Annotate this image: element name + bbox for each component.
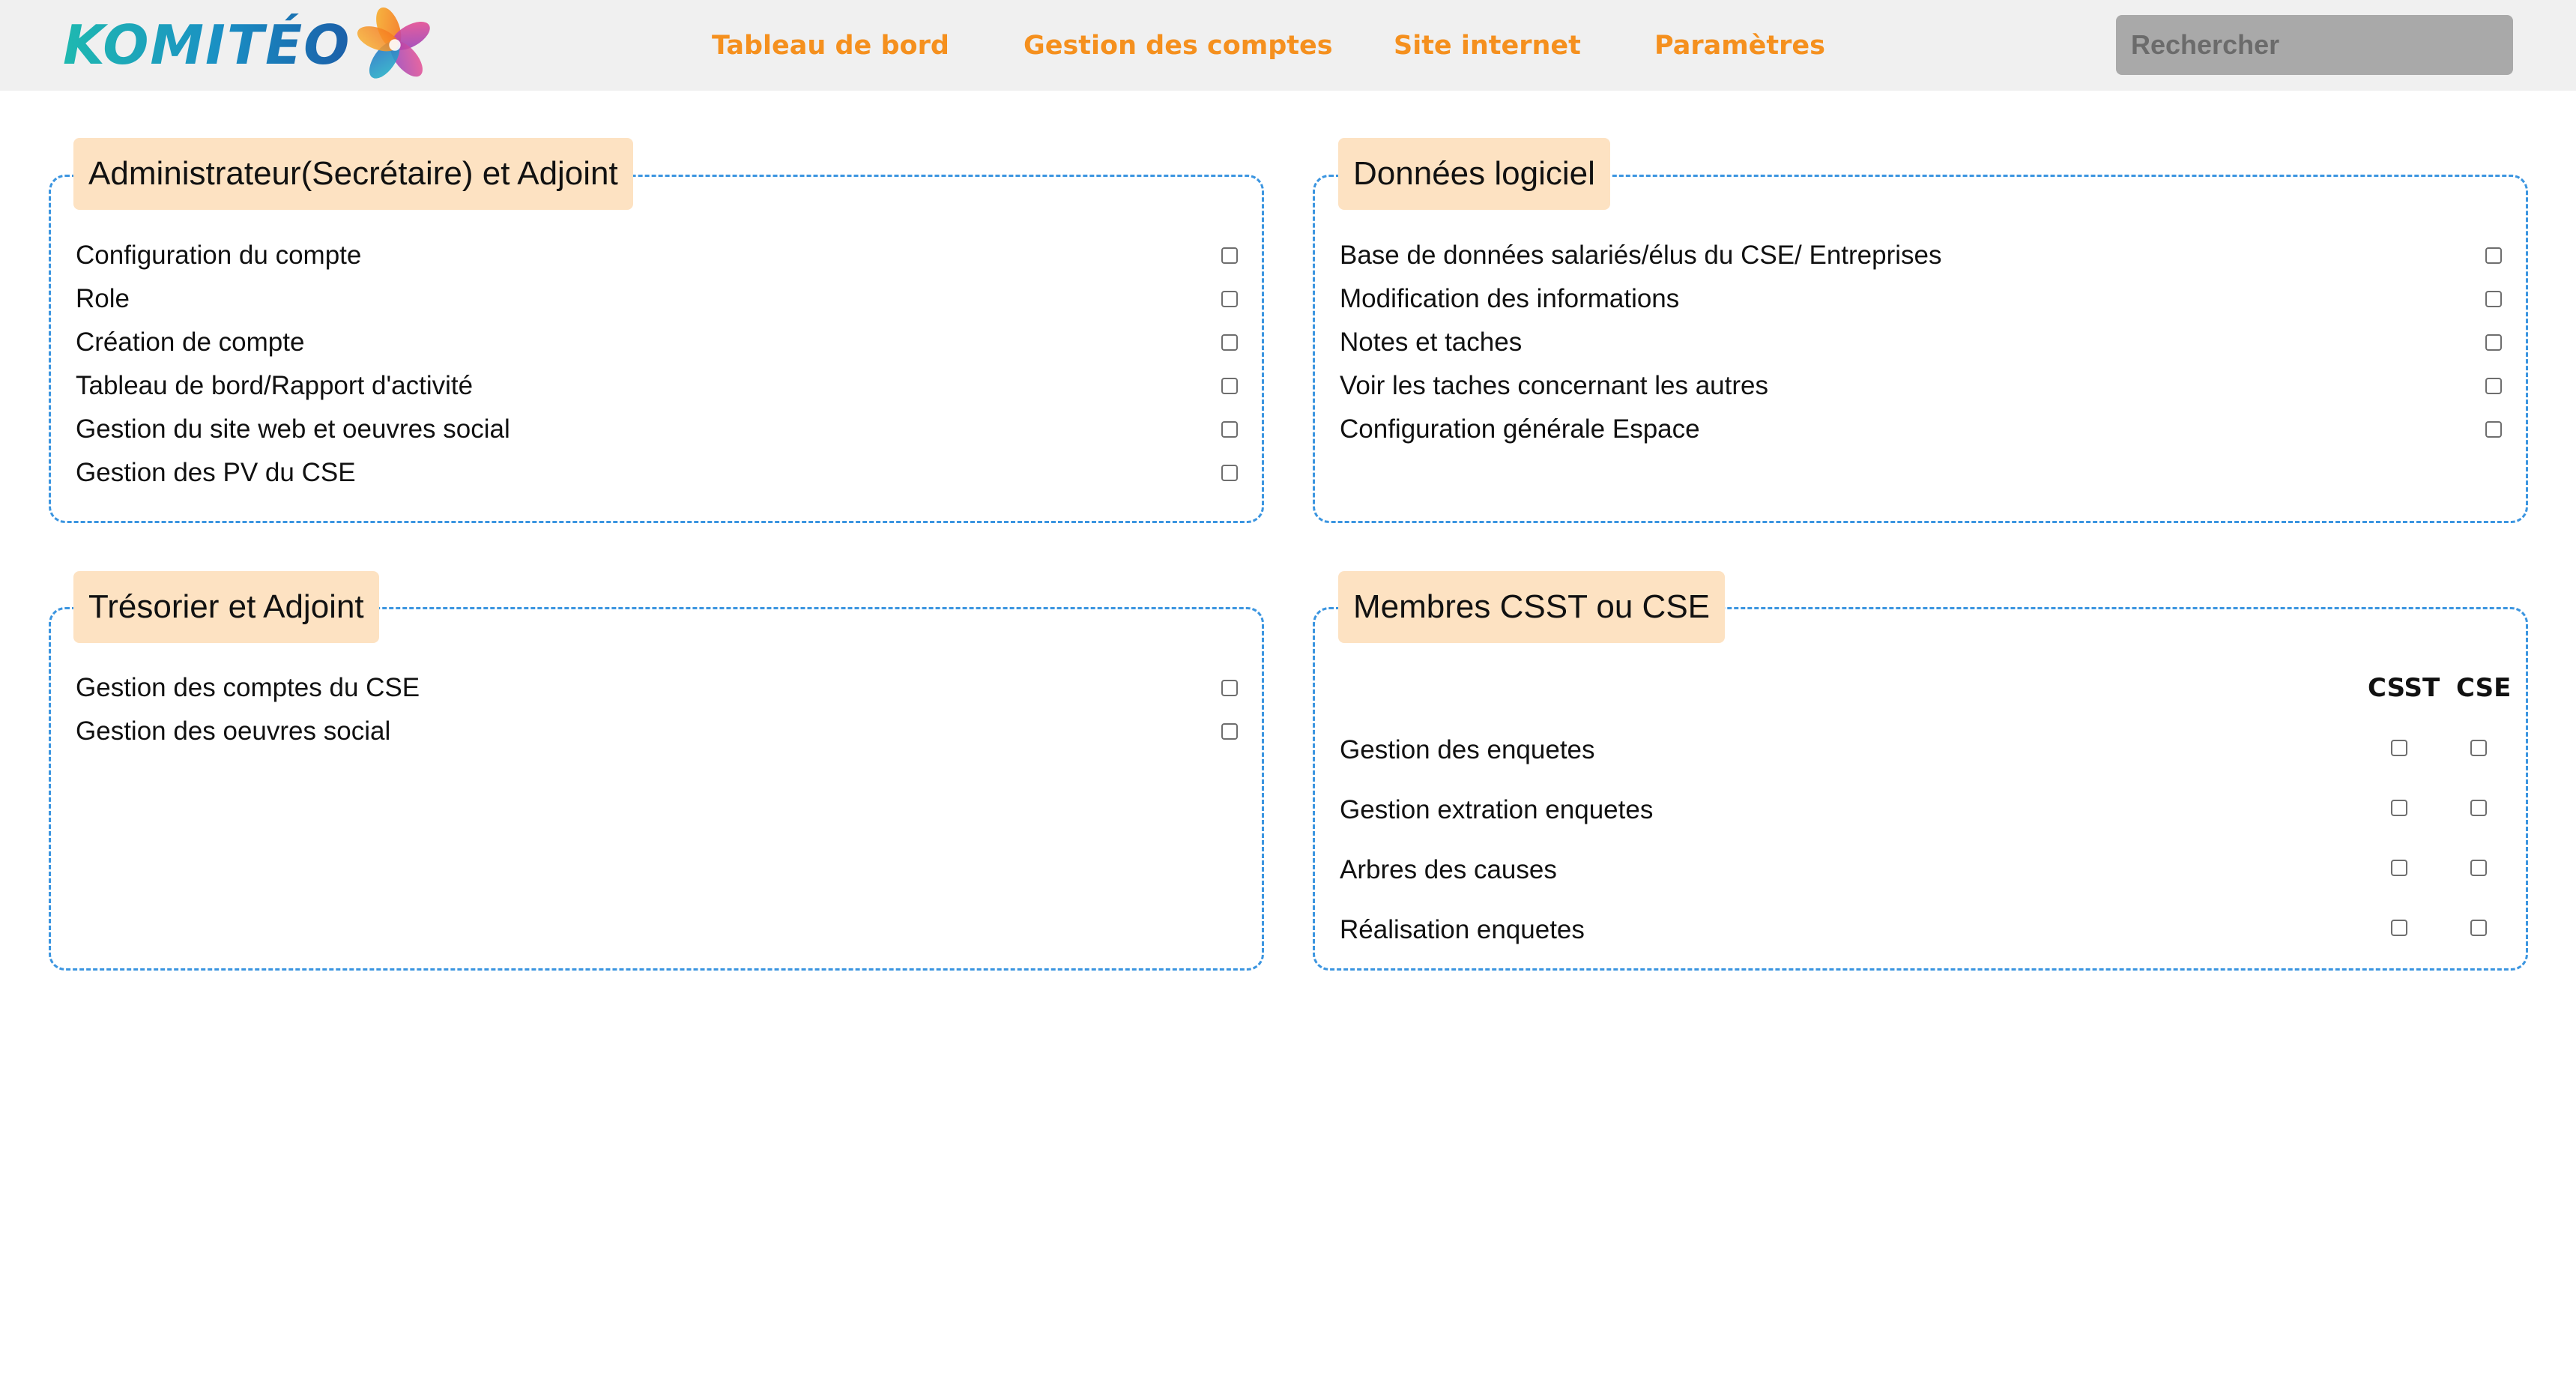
permission-checkbox[interactable] (1221, 334, 1238, 351)
permission-label: Modification des informations (1340, 284, 1680, 313)
permission-label: Gestion des comptes du CSE (76, 673, 420, 702)
permission-checkbox[interactable] (2485, 247, 2502, 264)
column-header-csst: CSST (2368, 673, 2440, 703)
cse-checkbox[interactable] (2470, 860, 2487, 876)
logo[interactable]: KOMITÉO (63, 6, 436, 84)
panel-title: Données logiciel (1338, 138, 1610, 210)
panel-title: Trésorier et Adjoint (73, 571, 379, 643)
panel-admin: Configuration du compte Role Création de… (49, 175, 1264, 523)
permission-checkbox[interactable] (1221, 680, 1238, 696)
list-item: Création de compte (51, 324, 1262, 361)
csst-checkbox[interactable] (2391, 800, 2407, 816)
csst-checkbox[interactable] (2391, 860, 2407, 876)
list-item: Role (51, 280, 1262, 318)
nav-parametres[interactable]: Paramètres (1654, 0, 1825, 91)
permission-label: Réalisation enquetes (1340, 915, 1585, 944)
permission-checkbox[interactable] (1221, 247, 1238, 264)
permission-label: Role (76, 284, 130, 313)
komiteo-flower-logo-icon (357, 7, 431, 79)
nav-gestion-des-comptes[interactable]: Gestion des comptes (1024, 0, 1333, 91)
search-input[interactable] (2116, 15, 2513, 75)
list-item: Gestion des enquetes (1315, 731, 2526, 769)
permission-label: Voir les taches concernant les autres (1340, 371, 1768, 400)
permission-label: Création de compte (76, 328, 305, 357)
permission-label: Tableau de bord/Rapport d'activité (76, 371, 474, 400)
permission-checkbox[interactable] (1221, 378, 1238, 394)
list-item: Gestion du site web et oeuvres social (51, 411, 1262, 448)
permission-checkbox[interactable] (2485, 291, 2502, 307)
nav-tableau-de-bord[interactable]: Tableau de bord (712, 0, 949, 91)
permission-checkbox[interactable] (2485, 334, 2502, 351)
column-header-cse: CSE (2456, 673, 2512, 703)
permission-label: Base de données salariés/élus du CSE/ En… (1340, 241, 1942, 270)
list-item: Réalisation enquetes (1315, 911, 2526, 949)
cse-checkbox[interactable] (2470, 740, 2487, 756)
list-item: Base de données salariés/élus du CSE/ En… (1315, 237, 2526, 274)
list-item: Tableau de bord/Rapport d'activité (51, 367, 1262, 405)
permission-label: Gestion des oeuvres social (76, 716, 391, 746)
permission-label: Configuration du compte (76, 241, 362, 270)
list-item: Gestion extration enquetes (1315, 791, 2526, 829)
csst-checkbox[interactable] (2391, 740, 2407, 756)
list-item: Gestion des comptes du CSE (51, 669, 1262, 707)
permission-label: Gestion du site web et oeuvres social (76, 414, 510, 444)
panel-title: Membres CSST ou CSE (1338, 571, 1726, 643)
list-item: Notes et taches (1315, 324, 2526, 361)
permission-checkbox[interactable] (2485, 421, 2502, 438)
permission-label: Gestion des enquetes (1340, 735, 1595, 764)
list-item: Gestion des PV du CSE (51, 454, 1262, 492)
list-item: Arbres des causes (1315, 851, 2526, 889)
permission-label: Gestion extration enquetes (1340, 795, 1654, 824)
permission-checkbox[interactable] (1221, 723, 1238, 740)
top-bar: KOMITÉO Tableau de bord Gestion des comp… (0, 0, 2576, 91)
list-item: Configuration du compte (51, 237, 1262, 274)
permission-label: Arbres des causes (1340, 855, 1557, 884)
cse-checkbox[interactable] (2470, 920, 2487, 936)
list-item: Gestion des oeuvres social (51, 713, 1262, 750)
permission-checkbox[interactable] (1221, 291, 1238, 307)
panel-tresorier: Gestion des comptes du CSE Gestion des o… (49, 607, 1264, 971)
permission-checkbox[interactable] (1221, 421, 1238, 438)
permission-checkbox[interactable] (1221, 465, 1238, 481)
nav-site-internet[interactable]: Site internet (1394, 0, 1581, 91)
permission-label: Gestion des PV du CSE (76, 458, 356, 487)
list-item: Voir les taches concernant les autres (1315, 367, 2526, 405)
permission-label: Configuration générale Espace (1340, 414, 1700, 444)
permission-checkbox[interactable] (2485, 378, 2502, 394)
logo-text: KOMITÉO (63, 13, 351, 76)
csst-checkbox[interactable] (2391, 920, 2407, 936)
panel-donnees-logiciel: Base de données salariés/élus du CSE/ En… (1313, 175, 2528, 523)
panel-membres: CSST CSE Gestion des enquetes Gestion ex… (1313, 607, 2528, 971)
cse-checkbox[interactable] (2470, 800, 2487, 816)
list-item: Modification des informations (1315, 280, 2526, 318)
permission-label: Notes et taches (1340, 328, 1523, 357)
panel-title: Administrateur(Secrétaire) et Adjoint (73, 138, 633, 210)
list-item: Configuration générale Espace (1315, 411, 2526, 448)
